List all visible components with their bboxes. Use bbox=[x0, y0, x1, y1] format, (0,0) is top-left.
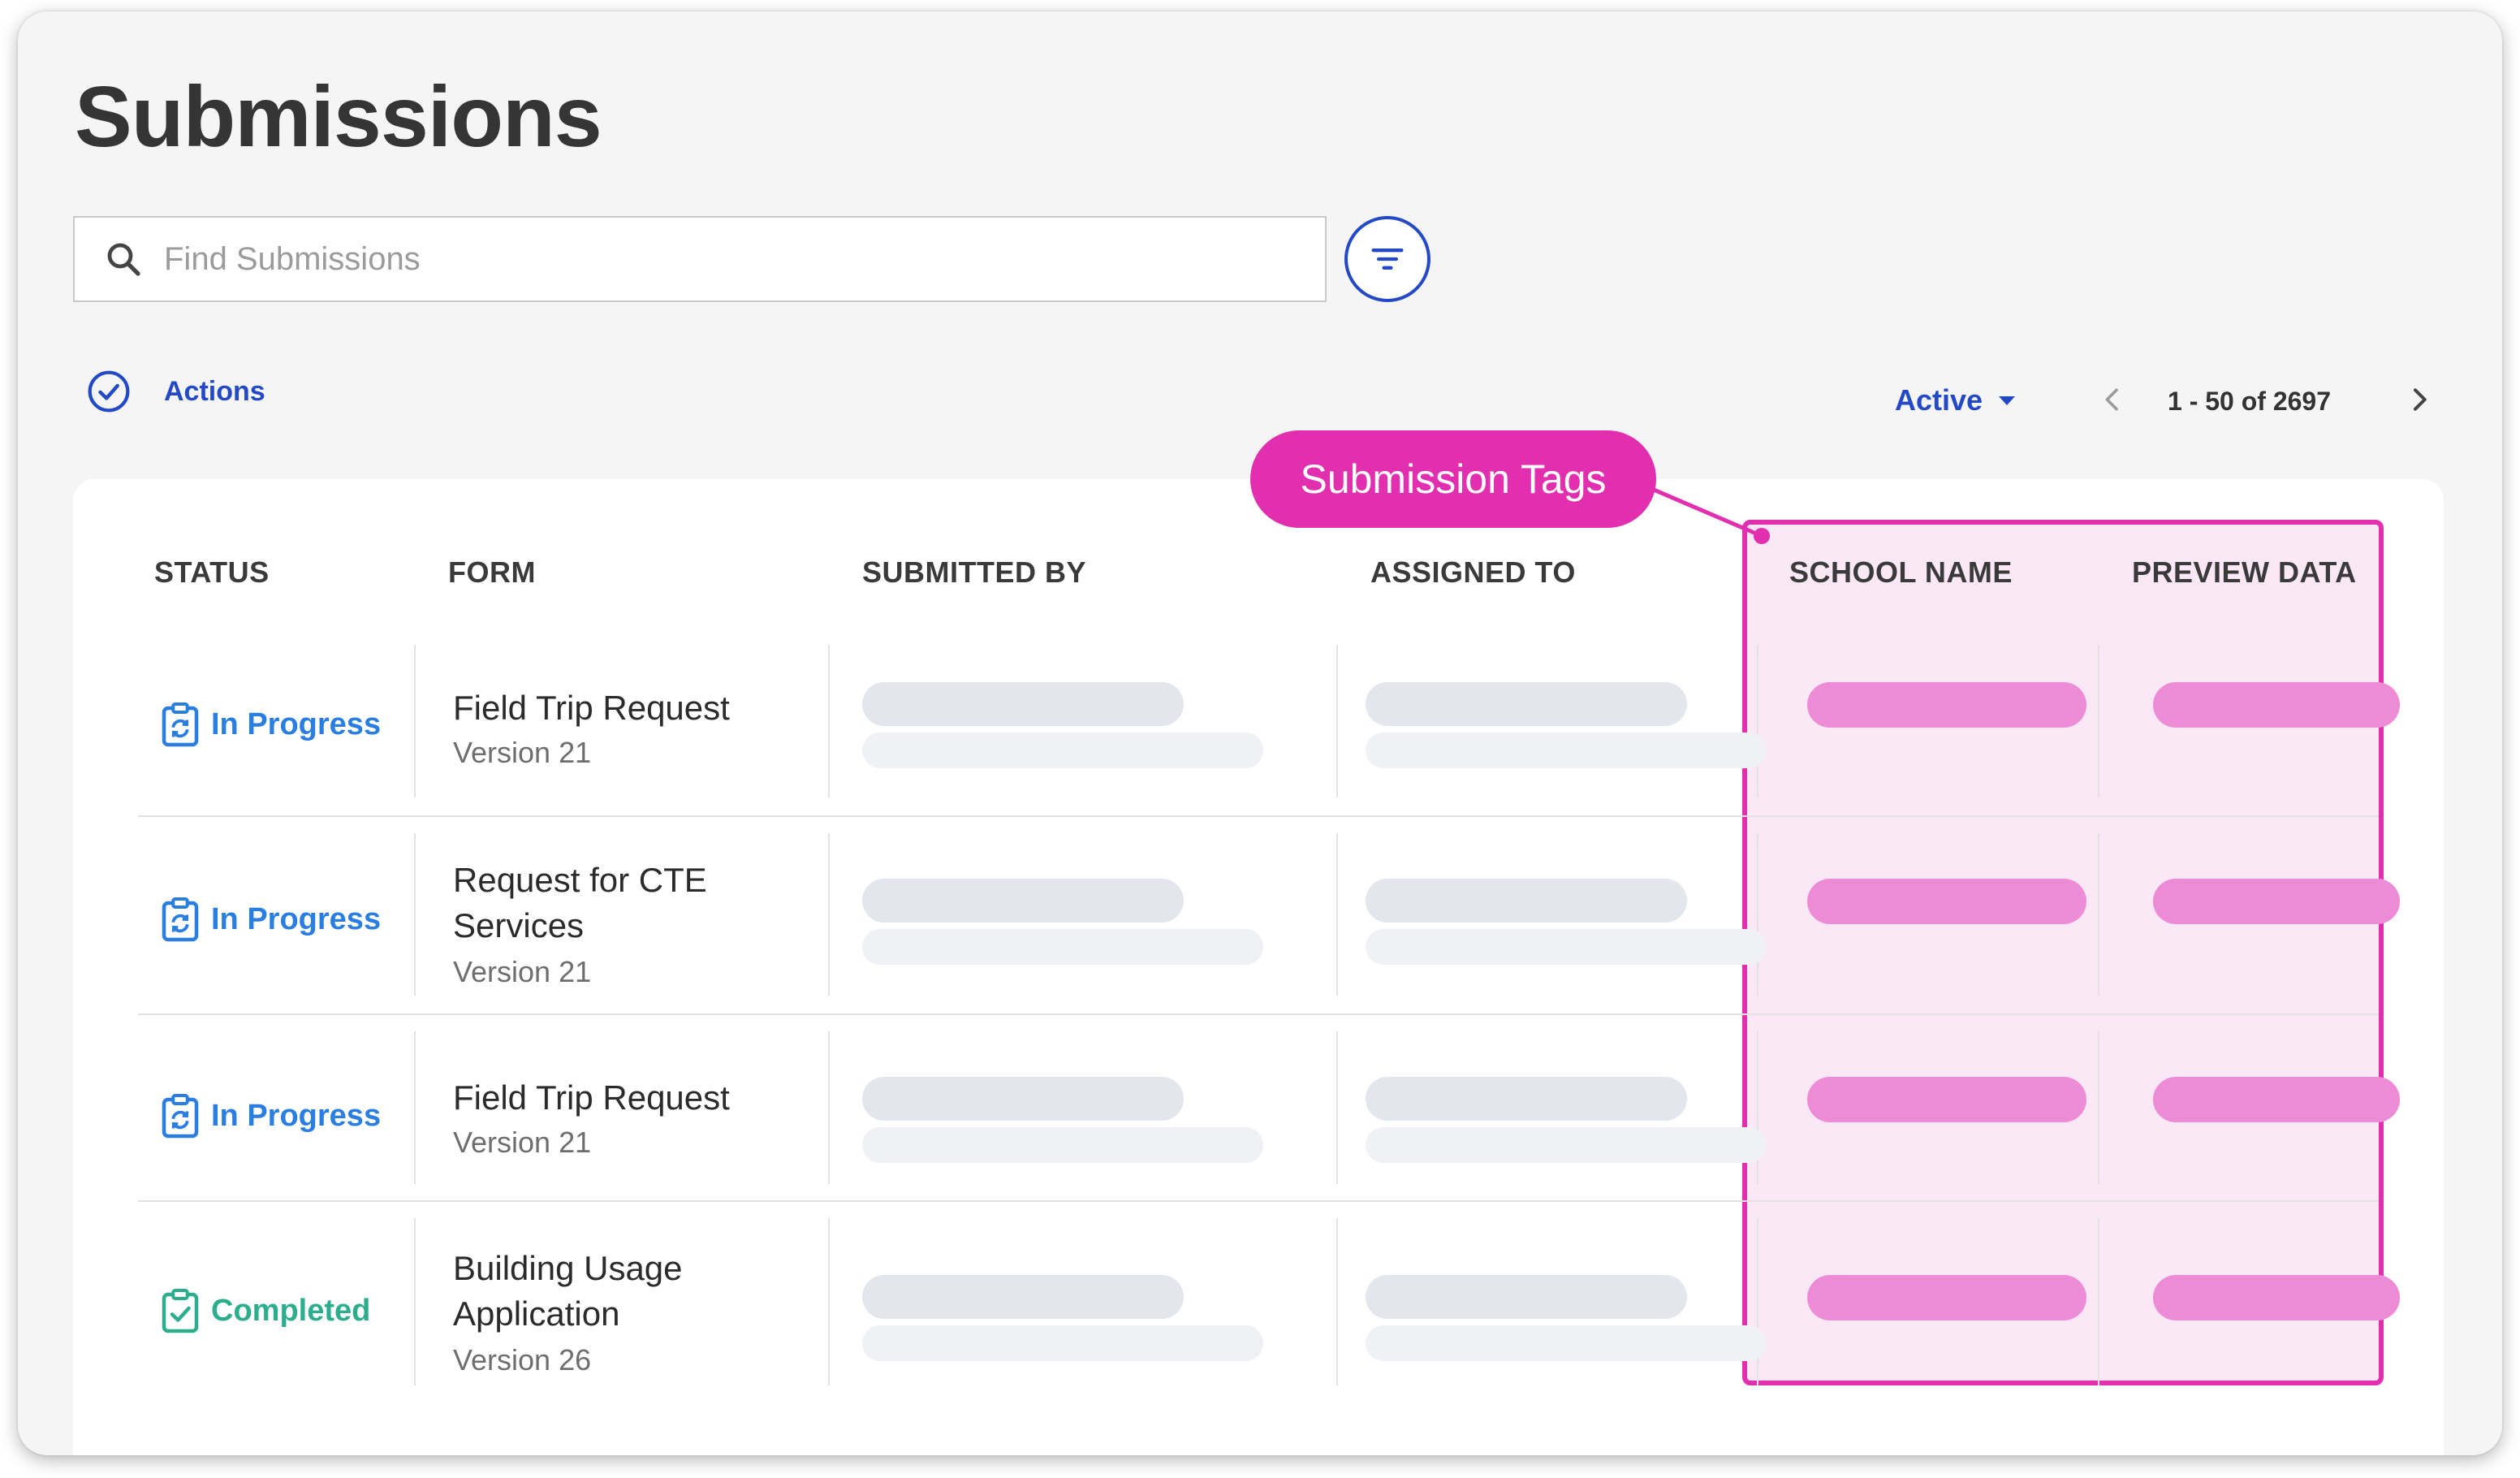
caret-down-icon bbox=[1999, 396, 2016, 405]
column-header-assigned-to[interactable]: ASSIGNED TO bbox=[1370, 555, 1576, 590]
clipboard-sync-icon bbox=[162, 702, 199, 747]
filter-button[interactable] bbox=[1344, 216, 1430, 302]
actions-label: Actions bbox=[164, 375, 265, 407]
column-divider bbox=[1757, 833, 1758, 996]
column-divider bbox=[1757, 1218, 1758, 1385]
row-divider bbox=[138, 815, 2379, 817]
preview-data-tag bbox=[2153, 1275, 2400, 1320]
column-divider bbox=[414, 1218, 416, 1385]
status-badge: In Progress bbox=[159, 895, 381, 944]
column-divider bbox=[414, 833, 416, 996]
check-circle-icon bbox=[88, 370, 130, 413]
form-name[interactable]: Building Usage Application bbox=[453, 1246, 802, 1337]
status-filter-dropdown[interactable]: Active bbox=[1895, 383, 2017, 417]
chevron-right-icon[interactable] bbox=[2403, 382, 2436, 417]
column-divider bbox=[1336, 833, 1338, 996]
row-divider bbox=[138, 1200, 2379, 1202]
form-version: Version 21 bbox=[453, 736, 592, 769]
column-divider bbox=[1336, 645, 1338, 797]
column-divider bbox=[2098, 1031, 2099, 1184]
submitted-by-placeholder bbox=[862, 1077, 1184, 1121]
school-name-tag bbox=[1807, 1077, 2086, 1122]
pagination: 1 - 50 of 2697 bbox=[2096, 375, 2453, 424]
column-divider bbox=[2098, 833, 2099, 996]
column-divider bbox=[2098, 645, 2099, 797]
column-divider bbox=[1336, 1031, 1338, 1184]
submitted-by-placeholder bbox=[862, 733, 1263, 768]
assigned-to-placeholder bbox=[1366, 1127, 1767, 1163]
preview-data-tag bbox=[2153, 1077, 2400, 1122]
submitted-by-placeholder bbox=[862, 879, 1184, 923]
column-divider bbox=[1757, 645, 1758, 797]
submitted-by-placeholder bbox=[862, 929, 1263, 965]
status-filter-value: Active bbox=[1895, 383, 1983, 417]
assigned-to-placeholder bbox=[1366, 1275, 1687, 1319]
submitted-by-placeholder bbox=[862, 1127, 1263, 1163]
column-header-preview-data[interactable]: PREVIEW DATA bbox=[2132, 555, 2357, 590]
pagination-range: 1 - 50 of 2697 bbox=[2168, 387, 2331, 416]
actions-button[interactable]: Actions bbox=[86, 369, 265, 414]
column-header-status[interactable]: STATUS bbox=[154, 555, 270, 590]
submitted-by-placeholder bbox=[862, 1325, 1263, 1361]
column-header-form[interactable]: FORM bbox=[448, 555, 536, 590]
clipboard-sync-icon bbox=[162, 897, 199, 942]
status-label: In Progress bbox=[211, 1098, 382, 1133]
column-divider bbox=[828, 645, 830, 797]
column-divider bbox=[1336, 1218, 1338, 1385]
preview-data-tag bbox=[2153, 879, 2400, 924]
assigned-to-placeholder bbox=[1366, 879, 1687, 923]
row-divider bbox=[138, 1013, 2379, 1015]
assigned-to-placeholder bbox=[1366, 733, 1767, 768]
assigned-to-placeholder bbox=[1366, 1077, 1687, 1121]
search-box[interactable] bbox=[73, 216, 1327, 302]
school-name-tag bbox=[1807, 1275, 2086, 1320]
column-divider bbox=[828, 1031, 830, 1184]
form-version: Version 21 bbox=[453, 955, 592, 988]
status-label: In Progress bbox=[211, 901, 382, 936]
column-divider bbox=[414, 645, 416, 797]
submission-tags-highlight bbox=[1742, 520, 2384, 1385]
filter-icon bbox=[1371, 248, 1404, 270]
page-title: Submissions bbox=[75, 69, 602, 165]
form-version: Version 21 bbox=[453, 1126, 592, 1159]
column-divider bbox=[1757, 1031, 1758, 1184]
status-badge: Completed bbox=[159, 1286, 370, 1335]
submission-tags-callout: Submission Tags bbox=[1250, 430, 1656, 528]
column-divider bbox=[414, 1031, 416, 1184]
assigned-to-placeholder bbox=[1366, 682, 1687, 726]
school-name-tag bbox=[1807, 682, 2086, 728]
chevron-left-icon[interactable] bbox=[2096, 382, 2129, 417]
column-header-school-name[interactable]: SCHOOL NAME bbox=[1789, 555, 2013, 590]
clipboard-sync-icon bbox=[162, 1094, 199, 1139]
search-input[interactable] bbox=[164, 240, 1219, 278]
form-version: Version 26 bbox=[453, 1343, 592, 1376]
search-icon bbox=[107, 243, 140, 276]
column-header-submitted-by[interactable]: SUBMITTED BY bbox=[862, 555, 1086, 590]
form-name[interactable]: Field Trip Request bbox=[453, 685, 802, 731]
assigned-to-placeholder bbox=[1366, 1325, 1767, 1361]
clipboard-check-icon bbox=[162, 1289, 199, 1333]
school-name-tag bbox=[1807, 879, 2086, 924]
column-divider bbox=[828, 1218, 830, 1385]
assigned-to-placeholder bbox=[1366, 929, 1767, 965]
status-badge: In Progress bbox=[159, 1091, 381, 1140]
form-name[interactable]: Request for CTE Services bbox=[453, 858, 802, 949]
preview-data-tag bbox=[2153, 682, 2400, 728]
column-divider bbox=[2098, 1218, 2099, 1385]
column-divider bbox=[828, 833, 830, 996]
status-badge: In Progress bbox=[159, 700, 381, 749]
submitted-by-placeholder bbox=[862, 682, 1184, 726]
status-label: Completed bbox=[211, 1293, 371, 1328]
submitted-by-placeholder bbox=[862, 1275, 1184, 1319]
status-label: In Progress bbox=[211, 707, 382, 741]
form-name[interactable]: Field Trip Request bbox=[453, 1075, 802, 1121]
